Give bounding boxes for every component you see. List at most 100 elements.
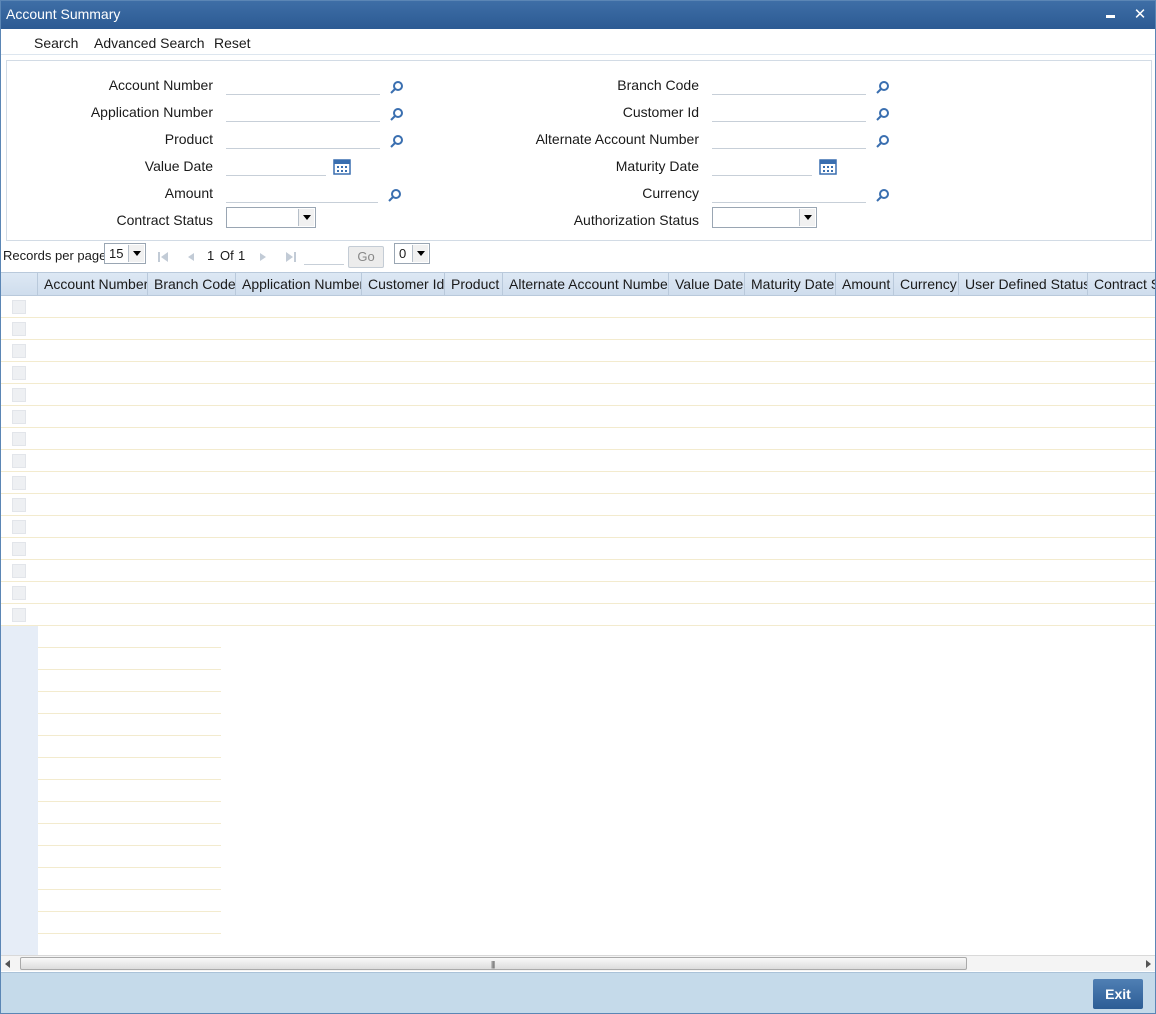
currency-lookup-icon[interactable] [876,188,890,202]
table-row[interactable] [1,318,1155,340]
column-header[interactable]: User Defined Status [959,273,1088,295]
select-all-header[interactable] [1,273,38,295]
customer-id-label: Customer Id [622,104,699,120]
search-button[interactable]: Search [34,35,78,51]
row-checkbox[interactable] [12,498,26,512]
scroll-thumb[interactable]: ||| [20,957,967,970]
account-number-lookup-icon[interactable] [390,80,404,94]
empty-row [1,846,221,868]
table-row[interactable] [1,472,1155,494]
authorization-status-select[interactable] [712,207,817,228]
row-checkbox[interactable] [12,454,26,468]
row-checkbox[interactable] [12,586,26,600]
empty-row [1,824,221,846]
page-number-input[interactable] [304,263,344,265]
empty-row [1,626,221,648]
current-page: 1 [207,248,215,263]
column-header[interactable]: Amount [836,273,894,295]
application-number-lookup-icon[interactable] [390,107,404,121]
row-gutter [1,670,38,692]
row-checkbox[interactable] [12,366,26,380]
of-label: Of [220,248,234,263]
row-gutter [1,692,38,714]
table-row[interactable] [1,384,1155,406]
maturity-date-calendar-icon[interactable] [819,159,837,175]
column-header[interactable]: Account Number [38,273,148,295]
go-button[interactable]: Go [348,246,384,268]
records-per-page-select[interactable]: 15 [104,243,146,264]
records-per-page-label: Records per page [3,248,107,263]
table-row[interactable] [1,450,1155,472]
maturity-date-label: Maturity Date [615,158,699,174]
last-page-icon[interactable] [286,252,296,262]
row-checkbox[interactable] [12,564,26,578]
table-row[interactable] [1,516,1155,538]
value-date-field[interactable] [226,156,326,176]
row-checkbox[interactable] [12,388,26,402]
table-row[interactable] [1,340,1155,362]
table-row[interactable] [1,582,1155,604]
first-page-icon[interactable] [158,252,168,262]
product-lookup-icon[interactable] [390,134,404,148]
column-header[interactable]: Product [445,273,503,295]
alternate-account-number-label: Alternate Account Number [535,131,699,147]
alternate-account-number-field[interactable] [712,129,866,149]
row-gutter [1,736,38,758]
column-header[interactable]: Alternate Account Number [503,273,669,295]
row-checkbox[interactable] [12,476,26,490]
table-row[interactable] [1,604,1155,626]
table-row[interactable] [1,560,1155,582]
row-checkbox[interactable] [12,410,26,424]
grid-header: Account Number Branch Code Application Num… [1,272,1155,296]
value-date-calendar-icon[interactable] [333,159,351,175]
branch-code-field[interactable] [712,75,866,95]
empty-row [1,670,221,692]
table-row[interactable] [1,428,1155,450]
column-header[interactable]: Branch Code [148,273,236,295]
column-header[interactable]: Currency [894,273,959,295]
table-row[interactable] [1,362,1155,384]
customer-id-field[interactable] [712,102,866,122]
advanced-search-button[interactable]: Advanced Search [94,35,205,51]
application-number-label: Application Number [90,104,213,120]
maturity-date-field[interactable] [712,156,812,176]
row-checkbox[interactable] [12,344,26,358]
column-header[interactable]: Application Number [236,273,362,295]
account-number-field[interactable] [226,75,380,95]
amount-lookup-icon[interactable] [388,188,402,202]
column-header[interactable]: Contract S [1088,273,1155,295]
row-checkbox[interactable] [12,432,26,446]
column-header[interactable]: Customer Id [362,273,445,295]
customer-id-lookup-icon[interactable] [876,107,890,121]
exit-button[interactable]: Exit [1093,979,1143,1009]
row-checkbox[interactable] [12,520,26,534]
column-header[interactable]: Value Date [669,273,745,295]
scroll-right-icon[interactable] [1146,960,1151,968]
branch-code-lookup-icon[interactable] [876,80,890,94]
contract-status-select[interactable] [226,207,316,228]
column-header[interactable]: Maturity Date [745,273,836,295]
empty-row [1,802,221,824]
amount-field[interactable] [226,183,378,203]
next-page-icon[interactable] [258,252,268,262]
application-number-field[interactable] [226,102,380,122]
row-checkbox[interactable] [12,542,26,556]
minimize-button[interactable] [1101,6,1119,24]
alternate-account-number-lookup-icon[interactable] [876,134,890,148]
table-row[interactable] [1,538,1155,560]
table-row[interactable] [1,494,1155,516]
page-select[interactable]: 0 [394,243,430,264]
product-field[interactable] [226,129,380,149]
row-checkbox[interactable] [12,608,26,622]
scroll-left-icon[interactable] [5,960,10,968]
table-row[interactable] [1,406,1155,428]
table-row[interactable] [1,296,1155,318]
currency-field[interactable] [712,183,866,203]
row-checkbox[interactable] [12,322,26,336]
chevron-down-icon [799,209,815,226]
previous-page-icon[interactable] [186,252,196,262]
horizontal-scrollbar[interactable]: ||| [1,955,1155,971]
close-button[interactable]: ✕ [1131,6,1149,24]
row-checkbox[interactable] [12,300,26,314]
reset-button[interactable]: Reset [214,35,251,51]
